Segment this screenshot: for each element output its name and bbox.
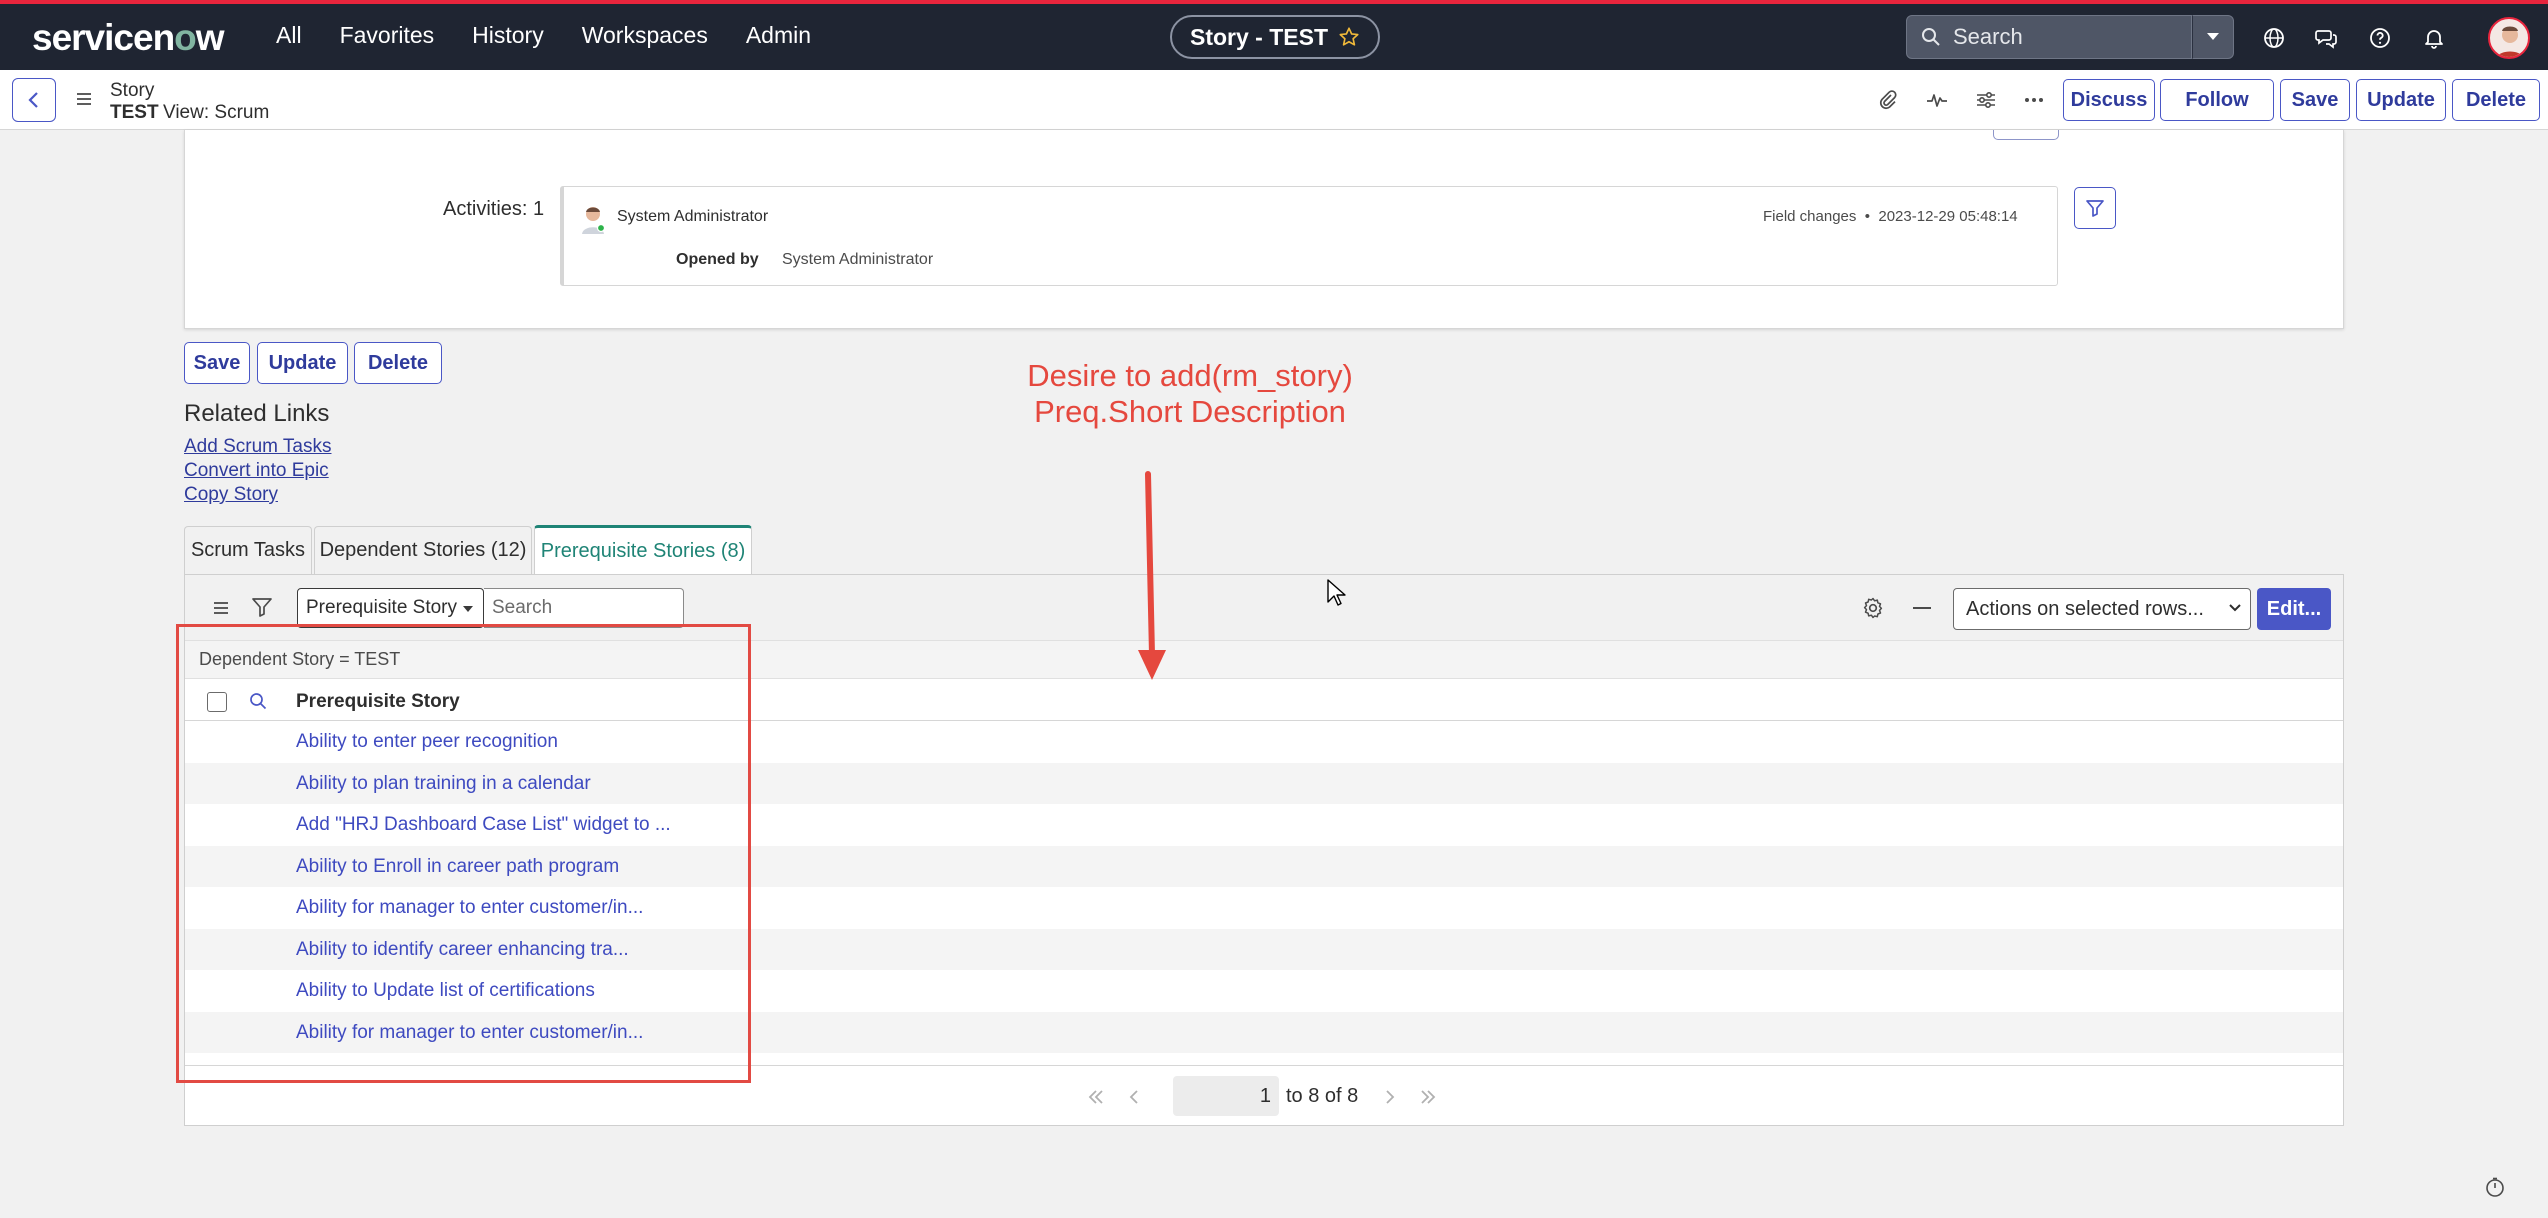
nav-workspaces[interactable]: Workspaces bbox=[582, 22, 708, 49]
list-search-input[interactable]: Search bbox=[484, 588, 684, 628]
link-convert-into-epic[interactable]: Convert into Epic bbox=[184, 460, 329, 482]
activity-kind: Field changes bbox=[1763, 208, 1857, 225]
page-number-value: 1 bbox=[1259, 1084, 1271, 1107]
next-page-icon[interactable] bbox=[1381, 1089, 1399, 1105]
activity-bullet: • bbox=[1864, 208, 1871, 225]
form-card: Activities: 1 System Administrator Field… bbox=[184, 130, 2344, 329]
servicenow-logo[interactable]: servicenow bbox=[32, 17, 225, 59]
list-search-placeholder: Search bbox=[492, 597, 553, 618]
follow-button[interactable]: Follow bbox=[2160, 79, 2274, 121]
card-stub-button[interactable] bbox=[1993, 130, 2059, 140]
nav-favorites[interactable]: Favorites bbox=[340, 22, 435, 49]
record-type-label: Story bbox=[110, 80, 155, 101]
bell-icon[interactable] bbox=[2422, 26, 2446, 50]
tab-scrum-tasks[interactable]: Scrum Tasks bbox=[184, 526, 312, 574]
star-icon[interactable] bbox=[1338, 26, 1360, 48]
settings-sliders-icon[interactable] bbox=[1974, 88, 1998, 112]
discuss-button[interactable]: Discuss bbox=[2063, 79, 2155, 121]
top-navigation-bar: servicenow All Favorites History Workspa… bbox=[0, 0, 2548, 70]
nav-admin[interactable]: Admin bbox=[746, 22, 811, 49]
actions-on-selected-rows-select[interactable]: Actions on selected rows... bbox=[1953, 588, 2251, 630]
save-button-header[interactable]: Save bbox=[2280, 79, 2350, 121]
previous-page-icon[interactable] bbox=[1125, 1089, 1143, 1105]
annotation-line-2: Preq.Short Description bbox=[1034, 394, 1346, 429]
caret-down-icon bbox=[463, 606, 473, 612]
record-name-label: TEST bbox=[110, 102, 159, 123]
opened-by-value: System Administrator bbox=[782, 251, 934, 268]
activity-timestamp: 2023-12-29 05:48:14 bbox=[1878, 208, 2018, 225]
chevron-left-icon bbox=[28, 92, 38, 108]
tab-dependent-stories[interactable]: Dependent Stories (12) bbox=[314, 526, 532, 574]
nav-all[interactable]: All bbox=[276, 22, 302, 49]
chevron-down-icon bbox=[2207, 33, 2219, 40]
view-label: View: Scrum bbox=[163, 102, 270, 123]
page-number-input[interactable]: 1 bbox=[1173, 1076, 1279, 1116]
paperclip-icon[interactable] bbox=[1876, 88, 1900, 112]
last-page-icon[interactable] bbox=[1419, 1089, 1437, 1105]
search-placeholder: Search bbox=[1953, 24, 2023, 49]
form-header: Story TEST View: Scrum Discuss Follow Sa… bbox=[0, 70, 2548, 130]
first-page-icon[interactable] bbox=[1087, 1089, 1105, 1105]
search-field-value: Prerequisite Story bbox=[306, 597, 458, 618]
activity-user-name: System Administrator bbox=[617, 208, 769, 225]
global-search-input[interactable]: Search bbox=[1906, 15, 2192, 59]
activity-icon[interactable] bbox=[1925, 88, 1949, 112]
activity-user-avatar-icon bbox=[582, 207, 606, 234]
more-icon[interactable] bbox=[2022, 88, 2046, 112]
update-button-header[interactable]: Update bbox=[2356, 79, 2446, 121]
record-title: Story - TEST bbox=[1189, 23, 1328, 50]
search-icon bbox=[1922, 28, 1940, 46]
record-title-pill[interactable]: Story - TEST bbox=[1170, 15, 1380, 59]
gear-icon[interactable] bbox=[1861, 596, 1885, 620]
activity-filter-button[interactable] bbox=[2074, 187, 2116, 229]
activities-label: Activities: 1 bbox=[443, 198, 545, 220]
opened-by-label: Opened by bbox=[676, 251, 759, 268]
page-range-text: to 8 of 8 bbox=[1286, 1085, 1359, 1107]
logo-text-suffix: w bbox=[195, 17, 225, 58]
logo-text-o: o bbox=[174, 17, 197, 58]
help-icon[interactable] bbox=[2368, 26, 2392, 50]
user-avatar-icon bbox=[2497, 26, 2523, 57]
performance-timer-icon[interactable] bbox=[2484, 1176, 2506, 1198]
user-avatar[interactable] bbox=[2488, 17, 2530, 59]
list-menu-icon[interactable] bbox=[211, 598, 231, 618]
edit-list-button[interactable]: Edit... bbox=[2257, 588, 2331, 630]
update-button[interactable]: Update bbox=[257, 342, 348, 384]
mouse-cursor-icon bbox=[1327, 579, 1346, 606]
annotation-line-1: Desire to add(rm_story) bbox=[1027, 358, 1353, 393]
main-nav: All Favorites History Workspaces Admin bbox=[276, 22, 811, 49]
actions-select-value: Actions on selected rows... bbox=[1966, 597, 2204, 620]
globe-icon[interactable] bbox=[2262, 26, 2286, 50]
link-add-scrum-tasks[interactable]: Add Scrum Tasks bbox=[184, 436, 331, 458]
annotation-arrow-icon bbox=[1138, 471, 1166, 680]
collapse-list-icon[interactable] bbox=[1913, 607, 1931, 609]
chevron-down-icon bbox=[2229, 604, 2241, 612]
link-copy-story[interactable]: Copy Story bbox=[184, 484, 278, 506]
search-scope-dropdown[interactable] bbox=[2192, 15, 2234, 59]
tab-prerequisite-stories[interactable]: Prerequisite Stories (8) bbox=[534, 525, 752, 575]
search-field-select[interactable]: Prerequisite Story bbox=[297, 588, 484, 628]
related-links-title: Related Links bbox=[184, 400, 330, 427]
save-button[interactable]: Save bbox=[184, 342, 250, 384]
list-filter-icon[interactable] bbox=[251, 596, 273, 618]
activity-meta: Field changes • 2023-12-29 05:48:14 bbox=[1763, 208, 2018, 225]
delete-button-header[interactable]: Delete bbox=[2452, 79, 2540, 121]
filter-icon bbox=[2086, 200, 2104, 217]
nav-history[interactable]: History bbox=[472, 22, 544, 49]
delete-button[interactable]: Delete bbox=[354, 342, 442, 384]
activity-entry bbox=[560, 186, 2058, 286]
annotation-highlight-box bbox=[176, 624, 751, 1083]
form-context-menu-icon[interactable] bbox=[74, 89, 94, 109]
chat-icon[interactable] bbox=[2314, 26, 2338, 50]
logo-text-prefix: servicen bbox=[32, 17, 175, 58]
back-button[interactable] bbox=[12, 78, 56, 122]
